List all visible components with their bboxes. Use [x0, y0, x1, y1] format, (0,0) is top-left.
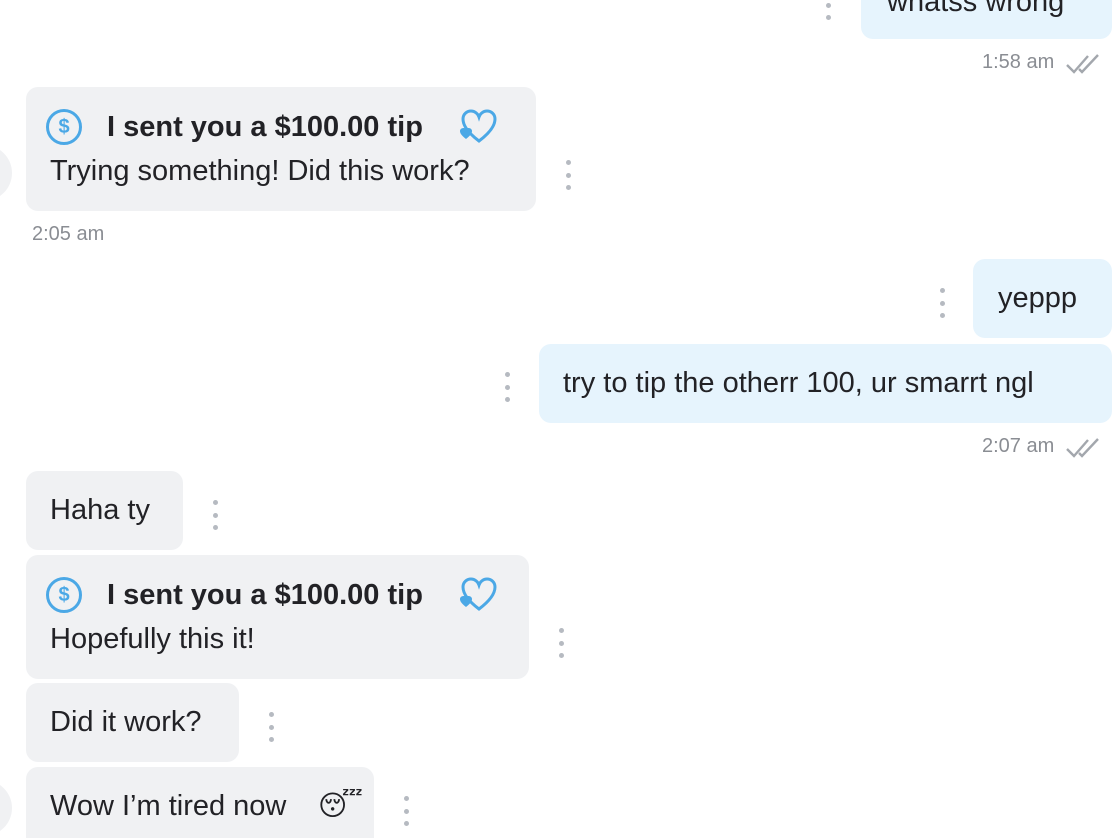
tip-title: I sent you a $100.00 tip [107, 111, 423, 143]
message-text: yeppp [998, 282, 1078, 314]
message-text: whatss wrong [887, 0, 1065, 18]
avatar[interactable] [0, 145, 12, 201]
message-options-button[interactable] [561, 160, 575, 190]
dollar-icon: $ [46, 109, 82, 145]
incoming-message[interactable]: Wow I’m tired now 😴 [26, 767, 374, 838]
message-options-button[interactable] [264, 712, 278, 742]
message-text: Hopefully this it! [50, 623, 255, 655]
outgoing-message[interactable]: yeppp [973, 259, 1112, 338]
message-text: try to tip the otherr 100, ur smarrt ngl [563, 367, 1034, 399]
outgoing-message[interactable]: whatss wrong [861, 0, 1112, 39]
double-check-icon [1066, 438, 1099, 458]
message-text: Trying something! Did this work? [50, 155, 470, 187]
message-timestamp: 2:07 am [982, 435, 1055, 457]
message-text: Did it work? [50, 706, 202, 738]
message-options-button[interactable] [208, 500, 222, 530]
message-text: Wow I’m tired now [50, 790, 287, 822]
message-options-button[interactable] [399, 796, 413, 826]
heart-icon [460, 577, 497, 611]
tip-title: I sent you a $100.00 tip [107, 579, 423, 611]
tip-message[interactable]: $ I sent you a $100.00 tip Trying someth… [26, 87, 536, 211]
tip-message[interactable]: $ I sent you a $100.00 tip Hopefully thi… [26, 555, 529, 679]
message-options-button[interactable] [500, 372, 514, 402]
message-options-button[interactable] [935, 288, 949, 318]
incoming-message[interactable]: Did it work? [26, 683, 239, 762]
message-timestamp: 1:58 am [982, 51, 1055, 73]
message-options-button[interactable] [821, 0, 835, 20]
double-check-icon [1066, 54, 1099, 74]
chat-thread[interactable]: whatss wrong 1:58 am $ I sent you a $100… [0, 0, 1112, 838]
dollar-icon: $ [46, 577, 82, 613]
message-text: Haha ty [50, 494, 150, 526]
message-timestamp: 2:05 am [32, 223, 105, 245]
message-options-button[interactable] [554, 628, 568, 658]
sleeping-face-emoji: 😴 [318, 790, 363, 821]
avatar[interactable] [0, 780, 12, 836]
incoming-message[interactable]: Haha ty [26, 471, 183, 550]
outgoing-message[interactable]: try to tip the otherr 100, ur smarrt ngl [539, 344, 1112, 423]
heart-icon [460, 109, 497, 143]
